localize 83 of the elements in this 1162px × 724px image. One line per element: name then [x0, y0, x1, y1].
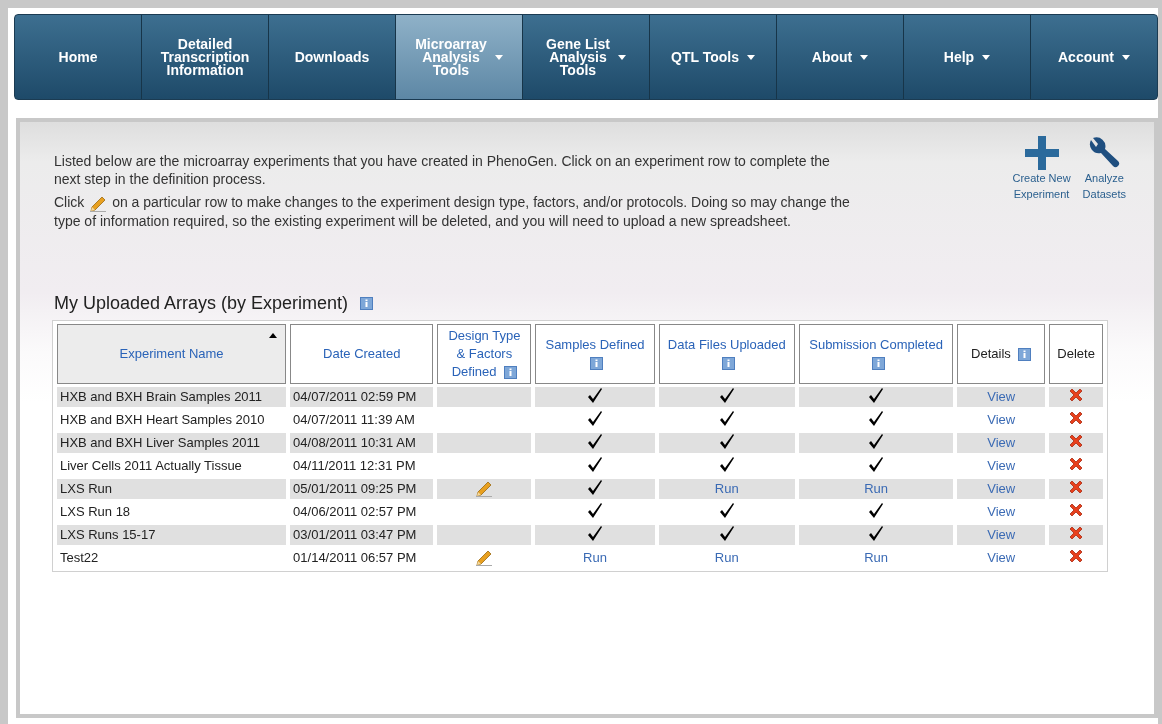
- nav-tab[interactable]: Help: [904, 15, 1031, 99]
- info-icon[interactable]: [360, 296, 374, 310]
- delete-icon[interactable]: [1068, 479, 1085, 496]
- check-icon: [868, 501, 885, 519]
- nav-tab[interactable]: Gene List Analysis Tools: [523, 15, 650, 99]
- delete-icon[interactable]: [1068, 387, 1085, 404]
- check-icon: [718, 501, 735, 519]
- delete-icon[interactable]: [1068, 433, 1085, 450]
- check-icon: [586, 501, 603, 519]
- view-link[interactable]: View: [987, 412, 1016, 428]
- check-icon: [868, 432, 885, 450]
- info-icon[interactable]: [722, 356, 736, 370]
- run-link[interactable]: Run: [864, 481, 888, 497]
- caret-icon: [860, 54, 869, 60]
- check-icon: [718, 386, 735, 404]
- check-icon: [868, 524, 885, 542]
- delete-icon[interactable]: [1068, 548, 1085, 565]
- table-cell: HXB and BXH Brain Samples 2011: [57, 386, 287, 407]
- caret-icon: [982, 54, 991, 60]
- table-cell: HXB and BXH Liver Samples 2011: [57, 432, 287, 453]
- column-header: Details: [957, 323, 1046, 384]
- check-icon: [868, 455, 885, 473]
- column-header[interactable]: Submission Completed: [799, 323, 954, 384]
- column-header: Delete: [1049, 323, 1103, 384]
- wrench-icon[interactable]: [1087, 136, 1122, 170]
- check-icon: [718, 455, 735, 473]
- edit-icon[interactable]: [474, 549, 495, 567]
- run-link[interactable]: Run: [583, 550, 607, 566]
- run-link[interactable]: Run: [714, 550, 739, 566]
- column-header[interactable]: Experiment Name: [57, 323, 287, 384]
- table-cell: 04/07/2011 02:59 PM: [290, 386, 434, 407]
- info-icon[interactable]: [871, 356, 885, 370]
- info-icon[interactable]: [1018, 347, 1032, 361]
- column-header[interactable]: Design Type & Factors Defined: [437, 323, 532, 384]
- intro-text: Listed below are the microarray experiments that you have created in PhenoGen. Click on an experiment row to complete the next step in the definition process.: [54, 152, 831, 188]
- caret-icon: [1122, 54, 1130, 60]
- check-icon: [586, 386, 603, 404]
- check-icon: [718, 409, 735, 427]
- delete-icon[interactable]: [1068, 456, 1085, 473]
- action-link[interactable]: Create New Experiment: [1012, 136, 1071, 235]
- check-icon: [718, 524, 735, 542]
- edit-icon[interactable]: [474, 480, 495, 498]
- caret-icon: [746, 54, 755, 60]
- action-link[interactable]: Analyze Datasets: [1082, 136, 1126, 235]
- intro-text: Click on a particular row to make changes to the experiment design type, factors, and/or protocols. Doing so may change the type of information required, so the existing experiment will be deleted, and you will need to upload a new spreadsheet.: [54, 193, 851, 230]
- sort-arrow-icon: [269, 332, 278, 338]
- run-link[interactable]: Run: [714, 481, 739, 497]
- check-icon: [868, 409, 885, 427]
- pencil-icon[interactable]: [88, 194, 109, 212]
- nav-tab[interactable]: Account: [1031, 15, 1157, 99]
- delete-icon[interactable]: [1068, 525, 1085, 542]
- info-icon[interactable]: [504, 365, 518, 379]
- delete-icon[interactable]: [1068, 502, 1085, 519]
- view-link[interactable]: View: [987, 504, 1016, 520]
- delete-icon[interactable]: [1068, 410, 1085, 427]
- view-link[interactable]: View: [987, 458, 1016, 474]
- table-cell: LXS Run: [57, 478, 287, 499]
- check-icon: [586, 432, 603, 450]
- nav-tab[interactable]: About: [777, 15, 904, 99]
- check-icon: [586, 524, 603, 542]
- table-cell: 05/01/2011 09:25 PM: [290, 478, 434, 499]
- nav-tab[interactable]: QTL Tools: [650, 15, 777, 99]
- column-header[interactable]: Date Created: [290, 323, 434, 384]
- caret-icon: [494, 54, 503, 60]
- column-header[interactable]: Data Files Uploaded: [658, 323, 795, 384]
- nav-tab[interactable]: Detailed Transcription Information: [142, 15, 269, 99]
- plus-icon[interactable]: [1024, 136, 1059, 170]
- section-title: My Uploaded Arrays (by Experiment): [54, 292, 349, 314]
- nav-tab[interactable]: Microarray Analysis Tools: [396, 15, 523, 99]
- check-icon: [868, 386, 885, 404]
- table-cell: 03/01/2011 03:47 PM: [290, 524, 434, 545]
- table-cell: 04/08/2011 10:31 AM: [290, 432, 434, 453]
- column-header[interactable]: Samples Defined: [535, 323, 655, 384]
- view-link[interactable]: View: [987, 550, 1016, 566]
- check-icon: [586, 455, 603, 473]
- table-cell: LXS Runs 15-17: [57, 524, 287, 545]
- run-link[interactable]: Run: [864, 550, 888, 566]
- info-icon[interactable]: [590, 356, 604, 370]
- check-icon: [586, 409, 603, 427]
- check-icon: [718, 432, 735, 450]
- check-icon: [586, 478, 603, 496]
- caret-icon: [617, 54, 626, 60]
- nav-tab[interactable]: Home: [15, 15, 142, 99]
